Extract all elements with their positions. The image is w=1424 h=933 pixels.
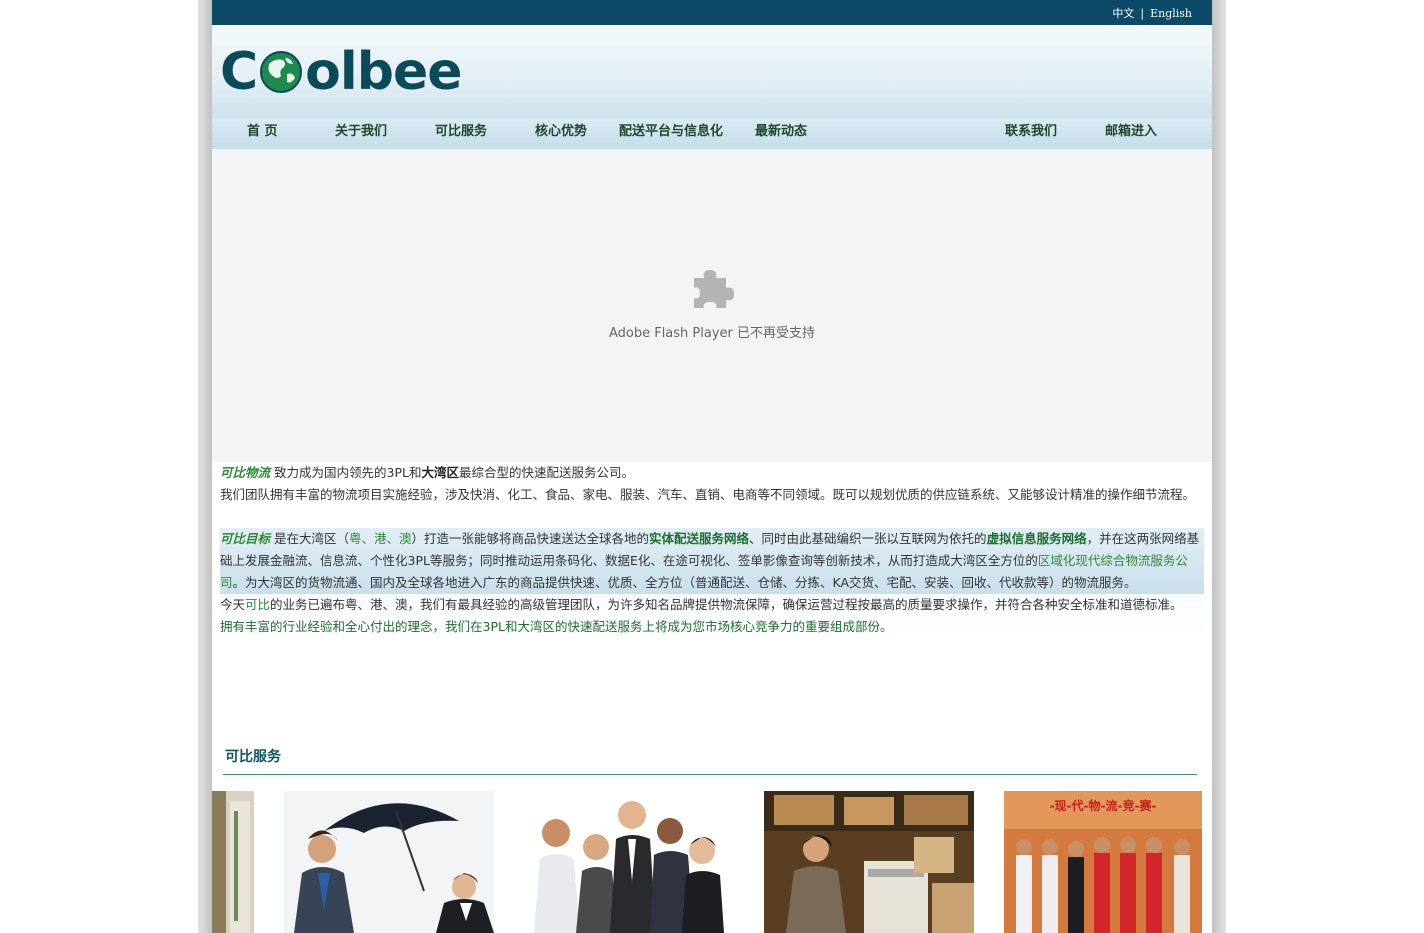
intro-text: 最综合型的快速配送服务公司。 (458, 465, 634, 480)
nav-advantages[interactable]: 核心优势 (535, 118, 587, 149)
intro-block-1: 可比物流 致力成为国内领先的3PL和大湾区最综合型的快速配送服务公司。 我们团队… (220, 462, 1204, 528)
service-photo-team[interactable] (524, 791, 734, 933)
lang-english-link[interactable]: English (1150, 7, 1192, 20)
intro-text: 是在大湾区（ (270, 531, 349, 546)
logo-wordmark: olbee (305, 42, 462, 102)
intro-text: 今天 (220, 597, 246, 612)
intro-section: 可比物流 致力成为国内领先的3PL和大湾区最综合型的快速配送服务公司。 我们团队… (220, 462, 1204, 638)
intro-text: 、同时由此基础编织一张以互联网为依托的 (749, 531, 987, 546)
nav-contact[interactable]: 联系我们 (1005, 118, 1057, 149)
competition-banner-text: -现-代-物-流-竞-赛- (1050, 798, 1157, 813)
coolbee-logo[interactable]: C olbee (220, 42, 462, 102)
service-photo-warehouse[interactable] (764, 791, 974, 933)
lang-chinese-link[interactable]: 中文 (1112, 7, 1134, 20)
main-nav: 首 页 关于我们 可比服务 核心优势 配送平台与信息化 最新动态 联系我们 邮箱… (212, 118, 1212, 150)
logo-letter-c: C (220, 42, 258, 102)
globe-icon (260, 51, 303, 93)
intro-text: 。为大湾区的货物流通、国内及全球各地进入广东的商品提供快速、优质、全方位（普通配… (232, 575, 1137, 590)
intro-block-3: 今天可比的业务已遍布粤、港、澳，我们有最具经验的高级管理团队，为许多知名品牌提供… (220, 594, 1204, 638)
region-highlight: 大湾区 (421, 465, 459, 480)
service-photo-umbrella[interactable] (284, 791, 494, 933)
brand-highlight: 可比物流 (220, 465, 271, 480)
nav-platform[interactable]: 配送平台与信息化 (619, 118, 723, 149)
brand-highlight: 可比 (245, 597, 271, 612)
intro-block-2: 可比目标 是在大湾区（粤、港、澳）打造一张能够将商品快速送达全球各地的实体配送服… (220, 528, 1204, 594)
left-page-shadow (198, 0, 212, 933)
language-switcher: 中文 | English (1112, 5, 1192, 21)
physical-network-highlight: 实体配送服务网络 (649, 531, 750, 546)
virtual-network-highlight: 虚拟信息服务网络 (986, 531, 1087, 546)
intro-paragraph-5: 拥有丰富的行业经验和全心付出的理念，我们在3PL和大湾区的快速配送服务上将成为您… (220, 619, 893, 634)
nav-news[interactable]: 最新动态 (755, 118, 807, 149)
header: C olbee (212, 25, 1212, 118)
top-bar: 中文 | English (212, 0, 1212, 25)
intro-paragraph-1: 可比物流 致力成为国内领先的3PL和大湾区最综合型的快速配送服务公司。 (220, 462, 1204, 484)
section-divider (223, 774, 1197, 775)
nav-services[interactable]: 可比服务 (435, 118, 487, 149)
services-section-title: 可比服务 (225, 749, 281, 765)
photo-umbrella-image (284, 791, 494, 933)
nav-mailbox[interactable]: 邮箱进入 (1105, 118, 1157, 149)
flash-placeholder[interactable]: Adobe Flash Player 已不再受支持 (212, 149, 1212, 462)
photo-doorway-image (212, 791, 254, 933)
intro-text: ）打造一张能够将商品快速送达全球各地的 (411, 531, 650, 546)
goal-highlight: 可比目标 (220, 531, 271, 546)
puzzle-icon (694, 270, 734, 308)
photo-warehouse-image (764, 791, 974, 933)
right-page-shadow (1212, 0, 1226, 933)
intro-paragraph-3: 可比目标 是在大湾区（粤、港、澳）打造一张能够将商品快速送达全球各地的实体配送服… (220, 528, 1204, 594)
intro-paragraph-2: 我们团队拥有丰富的物流项目实施经验，涉及快消、化工、食品、家电、服装、汽车、直销… (220, 487, 1196, 502)
intro-paragraph-4: 今天可比的业务已遍布粤、港、澳，我们有最具经验的高级管理团队，为许多知名品牌提供… (220, 594, 1204, 616)
page-container: 中文 | English C olbee 首 页 关于我们 可比服务 核心优势 配送… (212, 0, 1212, 933)
intro-text: 致力成为国内领先的3PL和 (270, 465, 422, 480)
flash-unsupported-message: Adobe Flash Player 已不再受支持 (608, 326, 816, 341)
regions-highlight: 粤、港、澳 (349, 531, 412, 546)
photo-competition-image: -现-代-物-流-竞-赛- (1004, 791, 1202, 933)
nav-home[interactable]: 首 页 (247, 118, 278, 149)
service-photo-doorway[interactable] (212, 791, 254, 933)
photo-team-image (524, 791, 734, 933)
lang-separator: | (1140, 7, 1145, 20)
nav-about[interactable]: 关于我们 (335, 118, 387, 149)
intro-text: 的业务已遍布粤、港、澳，我们有最具经验的高级管理团队，为许多知名品牌提供物流保障… (270, 597, 1183, 612)
service-photo-competition[interactable]: -现-代-物-流-竞-赛- (1004, 791, 1202, 933)
